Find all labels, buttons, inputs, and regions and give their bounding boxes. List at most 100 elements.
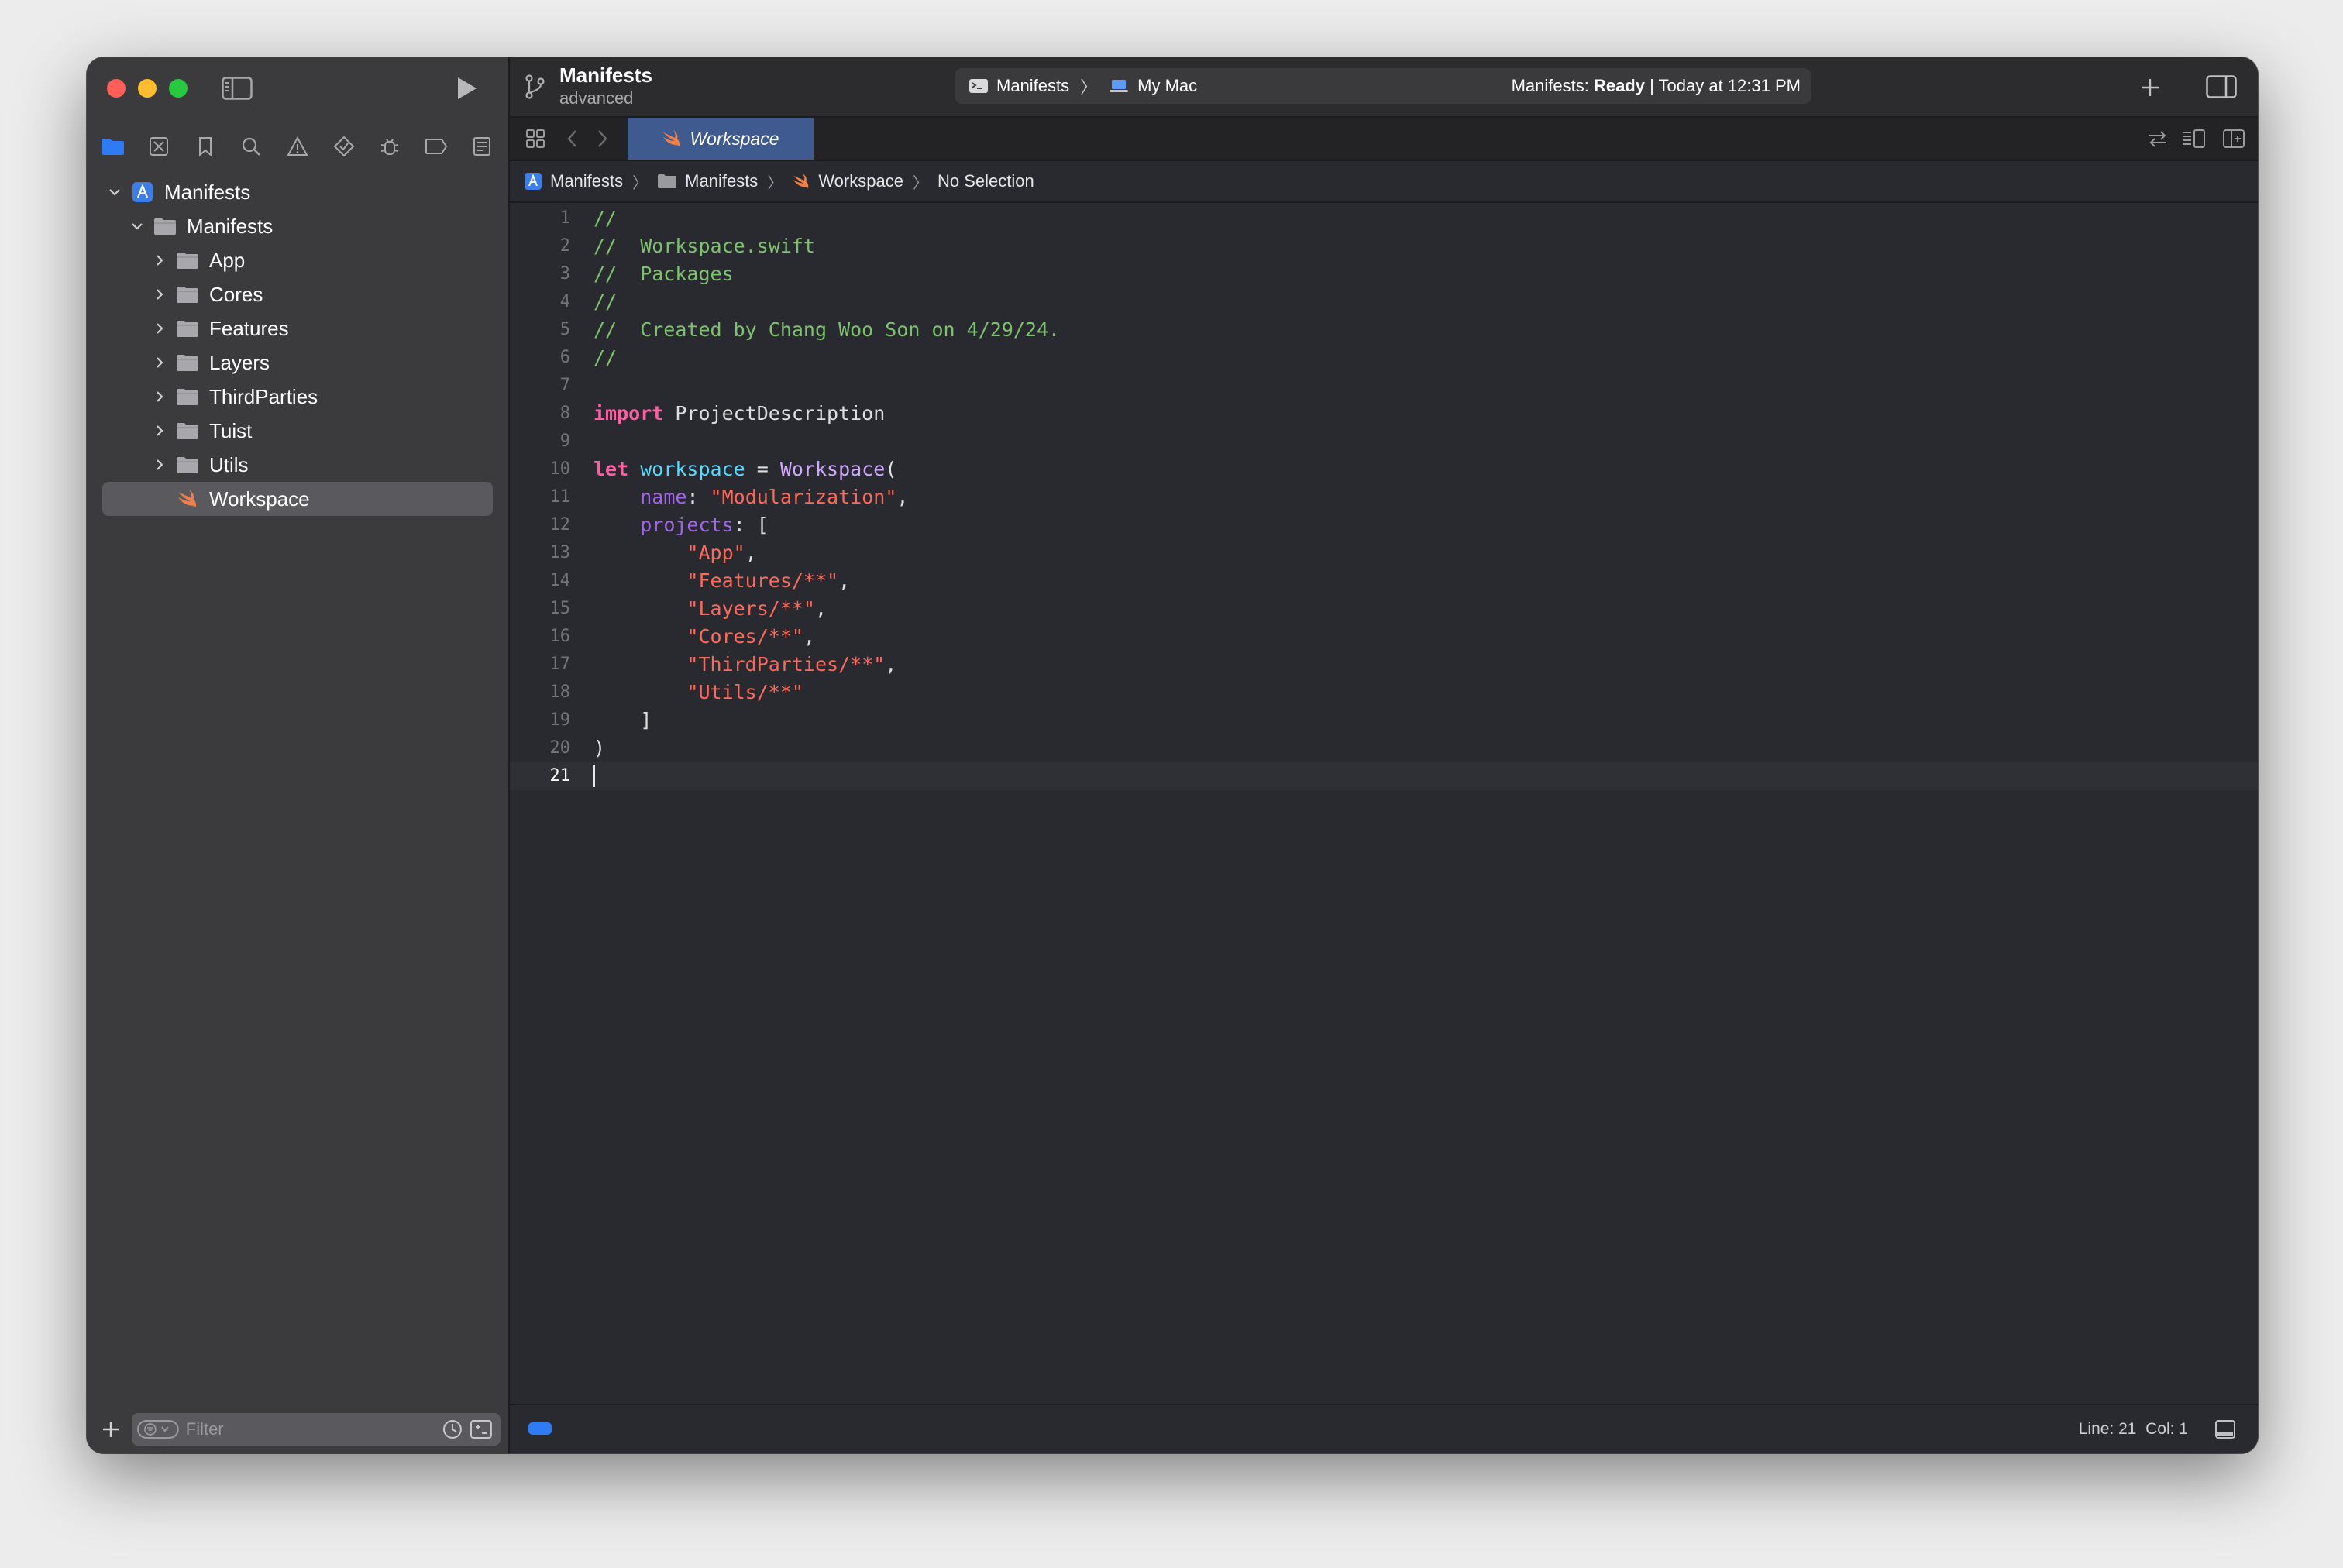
chevron-down-icon[interactable] bbox=[128, 217, 146, 236]
library-add-button[interactable] bbox=[2135, 73, 2165, 102]
line-number: 7 bbox=[559, 376, 570, 395]
project-navigator-tab[interactable] bbox=[98, 131, 129, 162]
project-name[interactable]: Manifests bbox=[559, 64, 652, 88]
tree-item-app[interactable]: App bbox=[87, 243, 508, 277]
tree-item-manifests[interactable]: Manifests bbox=[87, 209, 508, 243]
code-token: ( bbox=[885, 458, 897, 480]
chevron-right-icon[interactable] bbox=[150, 319, 169, 338]
code-line[interactable]: 16 "Cores/**", bbox=[510, 623, 2258, 651]
code-line[interactable]: 14 "Features/**", bbox=[510, 567, 2258, 595]
toggle-inspector-button[interactable] bbox=[2204, 73, 2239, 101]
breadcrumb-project[interactable]: Manifests bbox=[524, 171, 623, 191]
scheme-selector[interactable]: Manifests 〉 My Mac bbox=[969, 74, 1197, 98]
code-line[interactable]: 11 name: "Modularization", bbox=[510, 483, 2258, 511]
related-items-button[interactable] bbox=[521, 124, 550, 153]
breadcrumb-label: Manifests bbox=[550, 171, 624, 191]
code-line[interactable]: 5 // Created by Chang Woo Son on 4/29/24. bbox=[510, 316, 2258, 344]
editor-options-button[interactable] bbox=[2179, 124, 2208, 153]
test-navigator-tab[interactable] bbox=[329, 131, 360, 162]
chevron-right-icon[interactable] bbox=[150, 353, 169, 372]
breadcrumb-symbol[interactable]: No Selection bbox=[938, 171, 1034, 191]
branch-button[interactable] bbox=[521, 73, 549, 101]
tree-item-features[interactable]: Features bbox=[87, 311, 508, 346]
source-control-filter-icon[interactable] bbox=[470, 1418, 493, 1440]
tree-item-thirdparties[interactable]: ThirdParties bbox=[87, 380, 508, 414]
code-token: "Features/**" bbox=[686, 569, 839, 592]
chevron-down-icon[interactable] bbox=[105, 183, 124, 201]
source-control-icon bbox=[150, 137, 169, 156]
source-control-navigator-tab[interactable] bbox=[143, 131, 174, 162]
chevron-right-icon: 〉 bbox=[632, 174, 649, 192]
code-token: let bbox=[593, 458, 629, 480]
breadcrumb-file[interactable]: Workspace bbox=[792, 171, 903, 191]
issue-navigator-tab[interactable] bbox=[282, 131, 313, 162]
code-line[interactable]: 12 projects: [ bbox=[510, 511, 2258, 539]
chevron-right-icon[interactable] bbox=[150, 421, 169, 440]
breadcrumb-label: No Selection bbox=[937, 171, 1034, 191]
code-line[interactable]: 2 // Workspace.swift bbox=[510, 232, 2258, 260]
code-line[interactable]: 1 // bbox=[510, 205, 2258, 232]
zoom-window-button[interactable] bbox=[169, 79, 188, 98]
code-line[interactable]: 3 // Packages bbox=[510, 260, 2258, 288]
back-button[interactable] bbox=[558, 124, 587, 153]
chevron-right-icon[interactable] bbox=[150, 456, 169, 474]
tree-item-label: Tuist bbox=[209, 418, 253, 442]
tree-item-utils[interactable]: Utils bbox=[87, 448, 508, 482]
code-review-button[interactable] bbox=[2143, 124, 2173, 153]
code-line[interactable]: 17 "ThirdParties/**", bbox=[510, 651, 2258, 679]
code-line[interactable]: 6 // bbox=[510, 344, 2258, 372]
code-token: "App" bbox=[686, 542, 745, 564]
chevron-right-icon[interactable] bbox=[150, 387, 169, 406]
code-text: "ThirdParties/**", bbox=[593, 651, 896, 679]
run-button[interactable] bbox=[449, 71, 483, 105]
bookmark-navigator-tab[interactable] bbox=[190, 131, 221, 162]
chevron-right-icon[interactable] bbox=[150, 251, 169, 270]
debug-area-indicator[interactable] bbox=[528, 1422, 552, 1435]
branch-name[interactable]: advanced bbox=[559, 88, 633, 108]
tree-item-tuist[interactable]: Tuist bbox=[87, 414, 508, 448]
source-editor[interactable]: 1 // 2 // Workspace.swift 3 // Packages 4 // 5 //… bbox=[510, 205, 2258, 1402]
chevron-right-icon[interactable] bbox=[150, 285, 169, 304]
code-line[interactable]: 4 // bbox=[510, 288, 2258, 316]
code-token: ) bbox=[593, 737, 606, 759]
minimize-window-button[interactable] bbox=[138, 79, 157, 98]
project-app-icon bbox=[132, 182, 153, 202]
split-editor-button[interactable] bbox=[2219, 124, 2248, 153]
toggle-sidebar-button[interactable] bbox=[220, 74, 254, 102]
breakpoint-navigator-tab[interactable] bbox=[421, 131, 452, 162]
code-line[interactable]: 19 ] bbox=[510, 707, 2258, 734]
code-line[interactable]: 8 import ProjectDescription bbox=[510, 400, 2258, 428]
close-window-button[interactable] bbox=[107, 79, 126, 98]
tree-item-layers[interactable]: Layers bbox=[87, 346, 508, 380]
code-line[interactable]: 13 "App", bbox=[510, 539, 2258, 567]
folder-icon bbox=[658, 174, 677, 188]
filter-input[interactable] bbox=[184, 1418, 442, 1440]
status-state: Ready bbox=[1593, 76, 1645, 95]
code-token: ] bbox=[593, 709, 652, 731]
code-line[interactable]: 10 let workspace = Workspace( bbox=[510, 456, 2258, 483]
add-file-button[interactable] bbox=[98, 1416, 124, 1442]
code-line[interactable]: 18 "Utils/**" bbox=[510, 679, 2258, 707]
tree-item-cores[interactable]: Cores bbox=[87, 277, 508, 311]
debug-navigator-tab[interactable] bbox=[374, 131, 405, 162]
report-icon bbox=[473, 137, 491, 156]
tree-item-label: Workspace bbox=[209, 487, 310, 511]
report-navigator-tab[interactable] bbox=[466, 131, 497, 162]
line-number: 3 bbox=[559, 264, 570, 284]
code-line[interactable]: 20) bbox=[510, 734, 2258, 762]
code-line[interactable]: 7 bbox=[510, 372, 2258, 400]
breadcrumb-folder[interactable]: Manifests bbox=[657, 171, 758, 191]
tab-workspace[interactable]: Workspace bbox=[628, 118, 814, 160]
code-line[interactable]: 15 "Layers/**", bbox=[510, 595, 2258, 623]
forward-button[interactable] bbox=[587, 124, 617, 153]
toggle-debug-area-button[interactable] bbox=[2213, 1418, 2238, 1441]
filter-field[interactable] bbox=[132, 1413, 501, 1446]
code-line[interactable]: 9 bbox=[510, 428, 2258, 456]
tree-item-manifests[interactable]: Manifests bbox=[87, 175, 508, 209]
recent-files-icon[interactable] bbox=[442, 1418, 463, 1440]
find-navigator-tab[interactable] bbox=[236, 131, 267, 162]
tree-item-workspace[interactable]: Workspace bbox=[102, 482, 493, 516]
tree-item-label: Layers bbox=[209, 350, 270, 374]
code-line[interactable]: 21 bbox=[510, 762, 2258, 790]
